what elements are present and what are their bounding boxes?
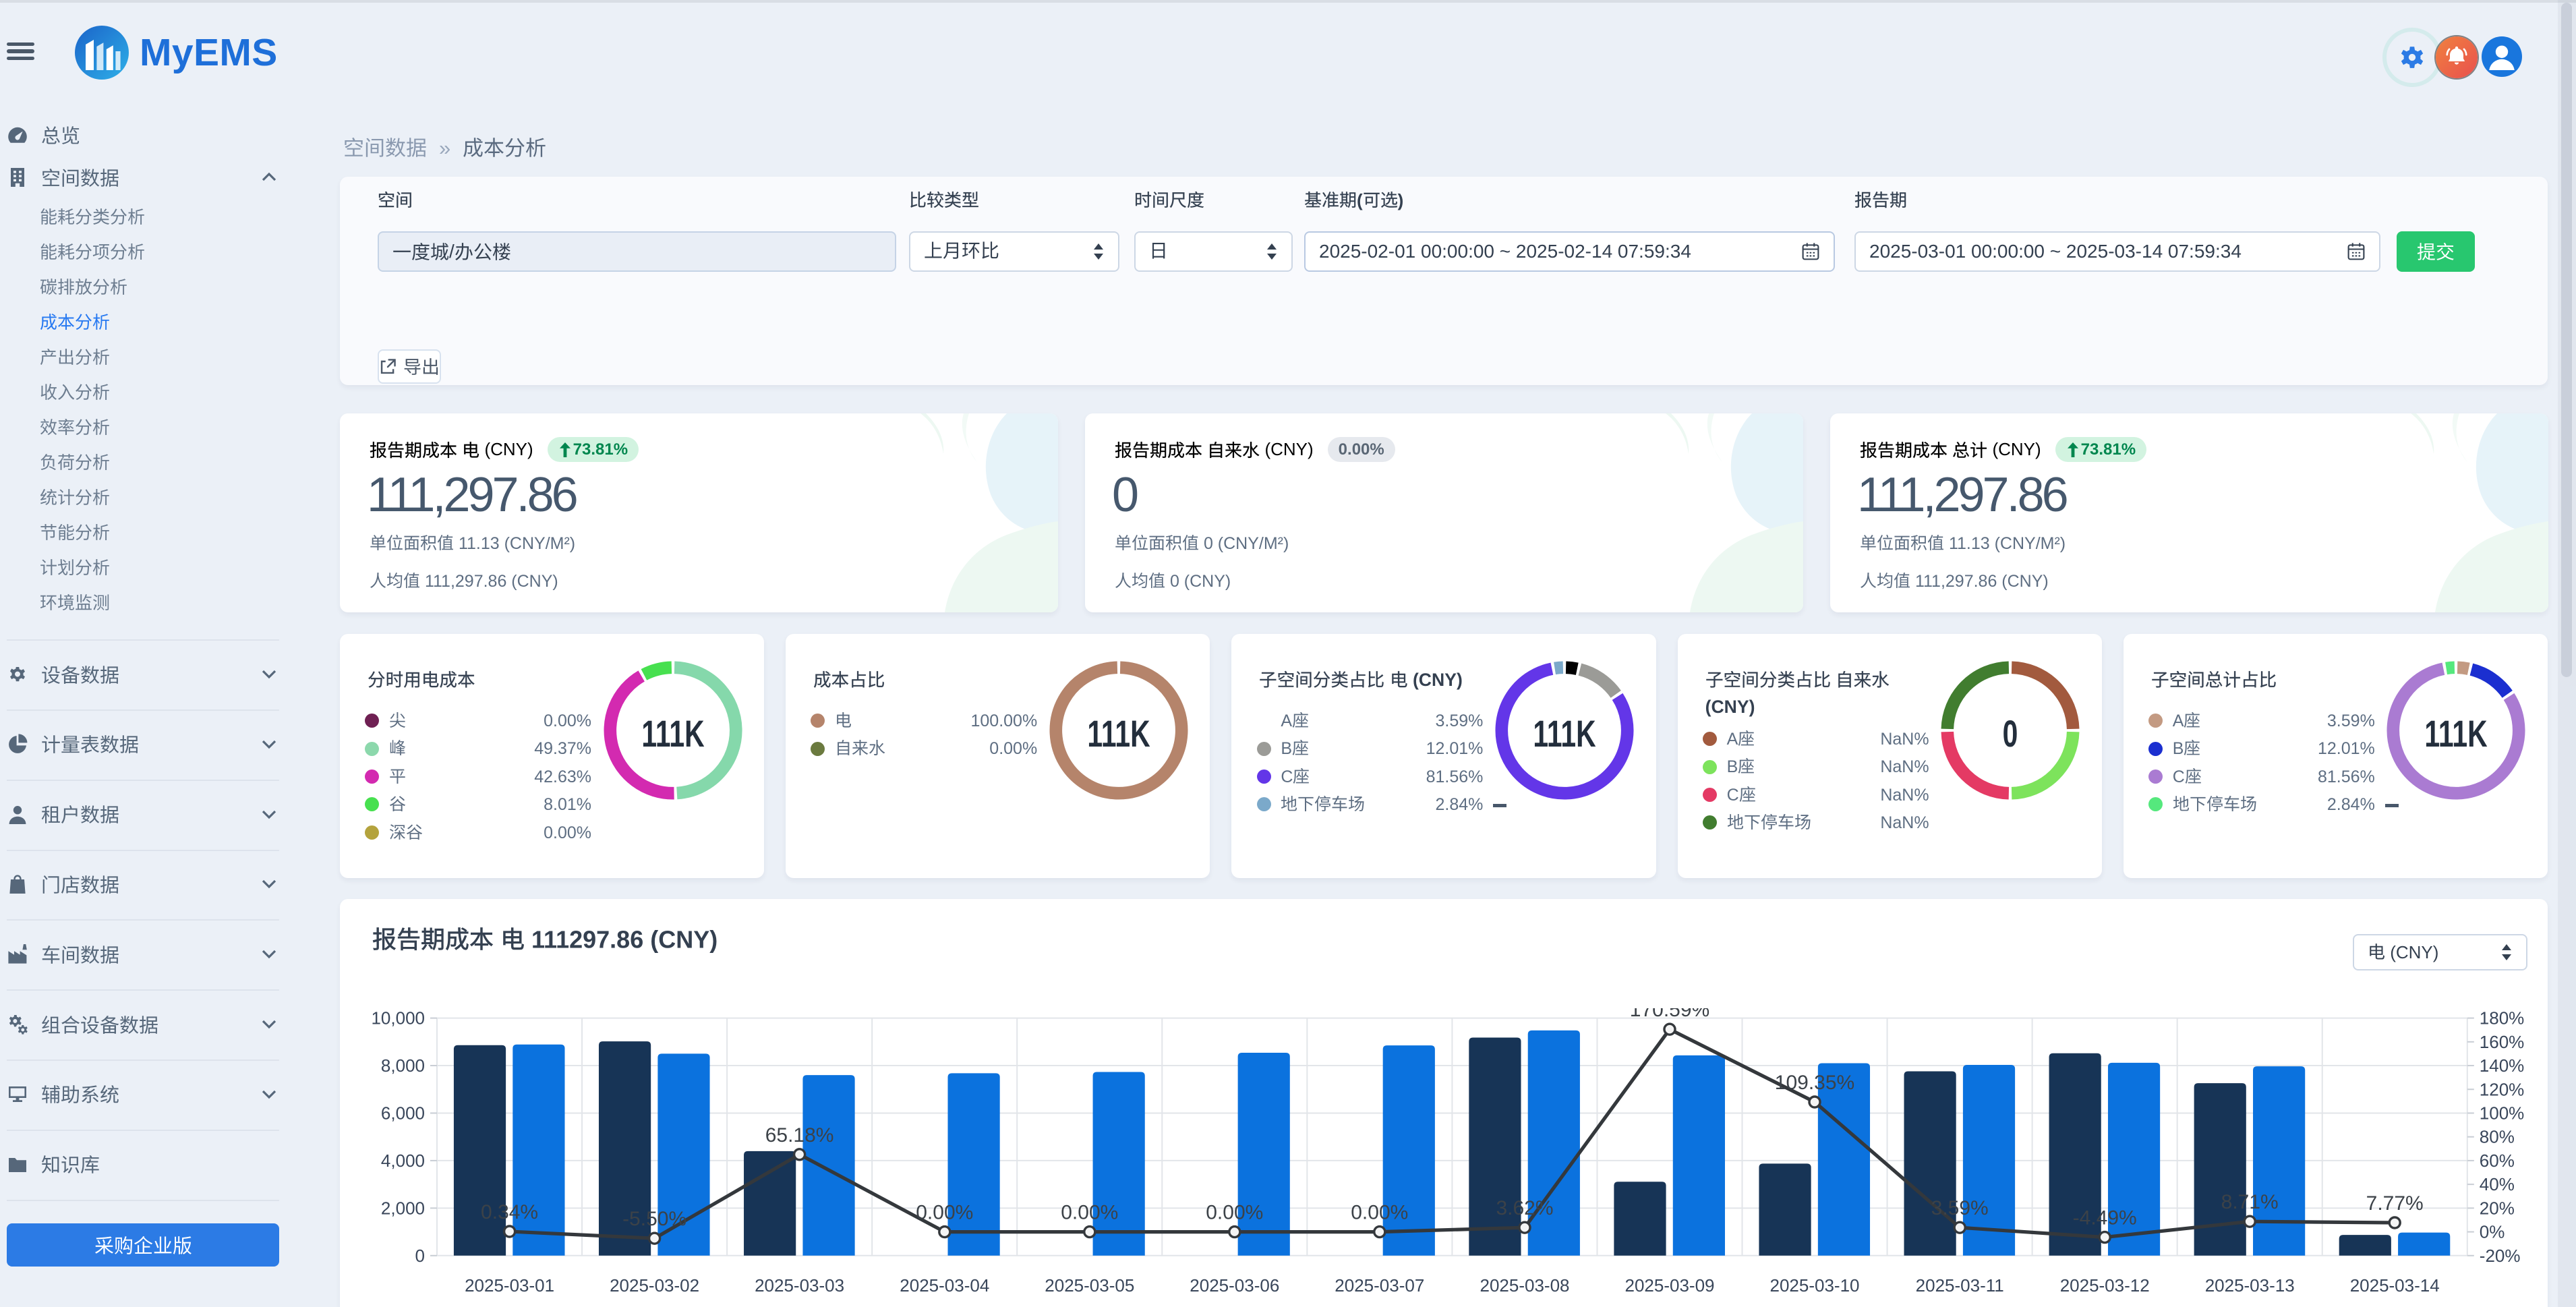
svg-text:160%: 160% [2480, 1032, 2525, 1052]
svg-text:2025-03-09: 2025-03-09 [1625, 1275, 1715, 1296]
svg-text:7.77%: 7.77% [2366, 1192, 2424, 1215]
svg-text:2025-03-07: 2025-03-07 [1335, 1275, 1424, 1296]
svg-text:0.34%: 0.34% [481, 1201, 538, 1223]
svg-text:0: 0 [415, 1246, 425, 1266]
svg-text:2025-03-04: 2025-03-04 [900, 1275, 989, 1296]
svg-text:80%: 80% [2480, 1127, 2515, 1147]
svg-text:100%: 100% [2480, 1103, 2525, 1123]
svg-text:2025-03-10: 2025-03-10 [1770, 1275, 1860, 1296]
svg-text:0.00%: 0.00% [916, 1202, 973, 1224]
svg-text:2025-03-12: 2025-03-12 [2060, 1275, 2150, 1296]
svg-text:0.00%: 0.00% [1061, 1202, 1118, 1224]
svg-text:2025-03-03: 2025-03-03 [755, 1275, 844, 1296]
svg-text:60%: 60% [2480, 1151, 2515, 1171]
svg-text:2025-03-14: 2025-03-14 [2350, 1275, 2440, 1296]
svg-text:2025-03-13: 2025-03-13 [2205, 1275, 2295, 1296]
svg-text:2025-03-01: 2025-03-01 [465, 1275, 554, 1296]
svg-text:170.59%: 170.59% [1630, 1008, 1709, 1021]
svg-text:120%: 120% [2480, 1079, 2525, 1099]
svg-text:2,000: 2,000 [381, 1198, 425, 1218]
svg-text:-5.50%: -5.50% [622, 1208, 686, 1230]
svg-text:10,000: 10,000 [371, 1008, 425, 1028]
svg-text:20%: 20% [2480, 1198, 2515, 1218]
svg-text:2025-03-06: 2025-03-06 [1190, 1275, 1279, 1296]
svg-text:109.35%: 109.35% [1775, 1072, 1854, 1094]
svg-text:2025-03-05: 2025-03-05 [1045, 1275, 1134, 1296]
svg-text:8,000: 8,000 [381, 1055, 425, 1076]
svg-text:2025-03-08: 2025-03-08 [1480, 1275, 1570, 1296]
svg-text:4,000: 4,000 [381, 1151, 425, 1171]
svg-text:0%: 0% [2480, 1222, 2505, 1242]
svg-text:3.59%: 3.59% [1931, 1197, 1989, 1219]
svg-text:6,000: 6,000 [381, 1103, 425, 1123]
svg-text:180%: 180% [2480, 1008, 2525, 1028]
svg-text:0.00%: 0.00% [1351, 1202, 1408, 1224]
svg-text:0.00%: 0.00% [1206, 1202, 1263, 1224]
svg-text:3.62%: 3.62% [1496, 1197, 1553, 1219]
svg-text:2025-03-02: 2025-03-02 [610, 1275, 699, 1296]
svg-text:140%: 140% [2480, 1055, 2525, 1076]
svg-text:2025-03-11: 2025-03-11 [1916, 1275, 2004, 1296]
svg-text:8.71%: 8.71% [2221, 1191, 2279, 1213]
svg-text:-4.49%: -4.49% [2073, 1207, 2137, 1229]
svg-text:40%: 40% [2480, 1174, 2515, 1194]
svg-text:65.18%: 65.18% [765, 1124, 834, 1146]
svg-text:-20%: -20% [2480, 1246, 2521, 1266]
